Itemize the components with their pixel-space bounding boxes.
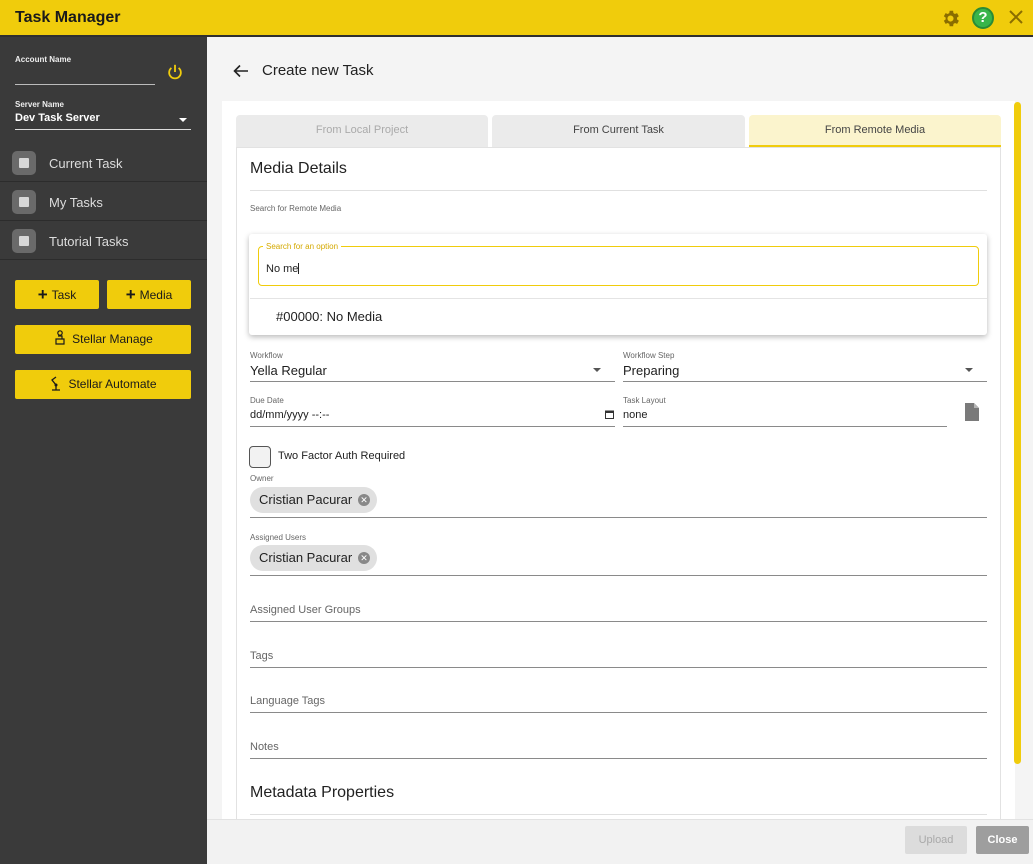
tab-from-current-task[interactable]: From Current Task xyxy=(492,115,745,147)
caret-down-icon[interactable] xyxy=(179,118,187,122)
tags-underline xyxy=(250,667,987,668)
dropdown-divider xyxy=(250,298,987,299)
task-layout-input[interactable]: none xyxy=(623,409,647,421)
assigned-users-underline xyxy=(250,575,987,576)
plus-icon: + xyxy=(37,285,48,304)
server-name-select[interactable]: Dev Task Server xyxy=(15,112,100,124)
app-title: Task Manager xyxy=(15,9,121,26)
workflow-step-underline xyxy=(623,381,987,382)
power-icon[interactable] xyxy=(166,63,184,81)
stellar-automate-button[interactable]: Stellar Automate xyxy=(15,370,191,399)
workflow-select[interactable]: Yella Regular xyxy=(250,363,327,378)
add-task-label: Task xyxy=(51,288,77,302)
due-date-input[interactable]: dd/mm/yyyy --:-- xyxy=(250,409,329,421)
help-icon[interactable]: ? xyxy=(972,7,994,29)
tags-input[interactable]: Tags xyxy=(250,650,273,662)
sidebar-item-current-task[interactable]: Current Task xyxy=(0,144,207,182)
caret-down-icon[interactable] xyxy=(965,368,973,372)
scrollbar[interactable] xyxy=(1014,102,1021,764)
add-media-button[interactable]: + Media xyxy=(107,280,191,309)
stellar-manage-button[interactable]: Stellar Manage xyxy=(15,325,191,354)
server-name-label: Server Name xyxy=(15,100,64,109)
owner-label: Owner xyxy=(250,474,274,483)
notes-underline xyxy=(250,758,987,759)
assigned-user-chip[interactable]: Cristian Pacurar ✕ xyxy=(250,545,377,571)
workflow-label: Workflow xyxy=(250,351,283,360)
media-details-title: Media Details xyxy=(250,160,347,177)
sidebar-item-my-tasks[interactable]: My Tasks xyxy=(0,183,207,221)
search-remote-media-label: Search for Remote Media xyxy=(250,204,342,213)
workflow-underline xyxy=(250,381,615,382)
plus-icon: + xyxy=(125,285,136,304)
gear-icon[interactable] xyxy=(940,8,961,29)
add-media-label: Media xyxy=(139,288,173,302)
briefcase-icon xyxy=(12,151,36,175)
close-icon[interactable] xyxy=(1006,7,1026,27)
owner-chip[interactable]: Cristian Pacurar ✕ xyxy=(250,487,377,513)
back-arrow-icon[interactable] xyxy=(233,64,249,78)
stellar-manage-label: Stellar Manage xyxy=(72,332,153,346)
server-underline xyxy=(15,129,191,130)
sidebar-item-tutorial-tasks[interactable]: Tutorial Tasks xyxy=(0,222,207,260)
search-option-legend: Search for an option xyxy=(263,242,342,251)
search-option-input[interactable] xyxy=(258,246,979,286)
add-task-button[interactable]: + Task xyxy=(15,280,99,309)
assigned-user-groups-input[interactable]: Assigned User Groups xyxy=(250,604,361,616)
close-button[interactable]: Close xyxy=(976,826,1029,854)
metadata-properties-title: Metadata Properties xyxy=(250,784,395,801)
sidebar-item-label: Current Task xyxy=(49,156,123,171)
task-layout-underline xyxy=(623,426,947,427)
sidebar: Account Name Server Name Dev Task Server… xyxy=(0,37,207,864)
robot-arm-icon xyxy=(51,376,61,391)
assigned-users-label: Assigned Users xyxy=(250,533,307,542)
owner-chip-label: Cristian Pacurar xyxy=(259,492,353,507)
graduation-cap-icon xyxy=(12,229,36,253)
section-divider xyxy=(250,190,987,191)
section-divider xyxy=(250,814,987,815)
task-layout-label: Task Layout xyxy=(623,396,666,405)
tab-from-remote-media[interactable]: From Remote Media xyxy=(749,115,1001,147)
language-tags-input[interactable]: Language Tags xyxy=(250,695,325,707)
assigned-user-groups-underline xyxy=(250,621,987,622)
due-date-underline xyxy=(250,426,615,427)
tab-from-local-project[interactable]: From Local Project xyxy=(236,115,488,147)
assigned-user-chip-label: Cristian Pacurar xyxy=(259,550,353,565)
page-title: Create new Task xyxy=(262,62,374,79)
remove-chip-icon[interactable]: ✕ xyxy=(358,552,370,564)
document-icon[interactable] xyxy=(964,403,979,421)
remove-chip-icon[interactable]: ✕ xyxy=(358,494,370,506)
notes-input[interactable]: Notes xyxy=(250,741,279,753)
calendar-icon[interactable] xyxy=(605,410,614,419)
search-option-text: No me xyxy=(266,263,299,275)
account-name-input[interactable] xyxy=(15,84,155,85)
search-option-value[interactable]: No me xyxy=(266,263,300,275)
caret-down-icon[interactable] xyxy=(593,368,601,372)
owner-underline xyxy=(250,517,987,518)
workflow-step-label: Workflow Step xyxy=(623,351,675,360)
sidebar-item-label: My Tasks xyxy=(49,195,103,210)
two-factor-checkbox[interactable] xyxy=(249,446,271,468)
account-name-label: Account Name xyxy=(15,55,72,64)
dropdown-option[interactable]: #00000: No Media xyxy=(276,309,382,324)
language-tags-underline xyxy=(250,712,987,713)
workflow-step-select[interactable]: Preparing xyxy=(623,363,679,378)
app-header: Task Manager ? xyxy=(0,0,1033,37)
text-cursor xyxy=(298,263,300,274)
sidebar-item-label: Tutorial Tasks xyxy=(49,234,129,249)
two-factor-label: Two Factor Auth Required xyxy=(278,450,406,462)
upload-button[interactable]: Upload xyxy=(905,826,967,854)
stellar-automate-label: Stellar Automate xyxy=(68,377,157,391)
due-date-label: Due Date xyxy=(250,396,284,405)
list-icon xyxy=(12,190,36,214)
manage-icon xyxy=(55,330,65,345)
